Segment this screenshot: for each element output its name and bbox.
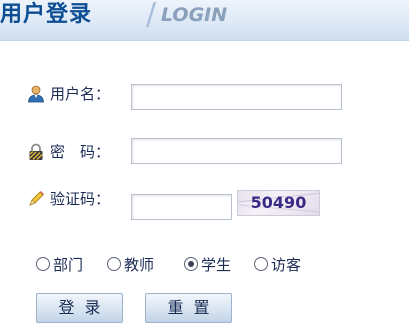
captcha-image[interactable]: 50490 [237,190,320,216]
captcha-label: 验证码： [50,190,111,208]
radio-button[interactable] [254,257,268,271]
radio-button[interactable] [184,257,198,271]
user-icon [28,85,44,103]
role-label: 部门 [53,256,84,274]
reset-button[interactable]: 重置 [145,293,232,323]
captcha-code: 50490 [250,193,307,212]
title-separator: / [146,0,157,32]
password-label: 密 码： [50,143,111,161]
pencil-icon [29,191,44,206]
role-label: 访客 [271,256,302,274]
login-form: 用户名： 密 码： 验证码： 50490 部门 教师 学生 访客 登录 重置 [0,40,409,329]
role-label: 教师 [124,256,155,274]
login-button[interactable]: 登录 [36,293,123,323]
username-label: 用户名： [50,85,111,103]
page-title-english: LOGIN [161,4,228,26]
login-header: 用户登录 / LOGIN [0,0,409,41]
password-input[interactable] [131,138,342,164]
lock-icon [29,143,43,160]
role-label: 学生 [201,256,232,274]
captcha-input[interactable] [131,194,232,220]
username-input[interactable] [131,84,342,110]
page-title: 用户登录 [0,2,93,27]
radio-button[interactable] [107,257,121,271]
radio-button[interactable] [36,257,50,271]
